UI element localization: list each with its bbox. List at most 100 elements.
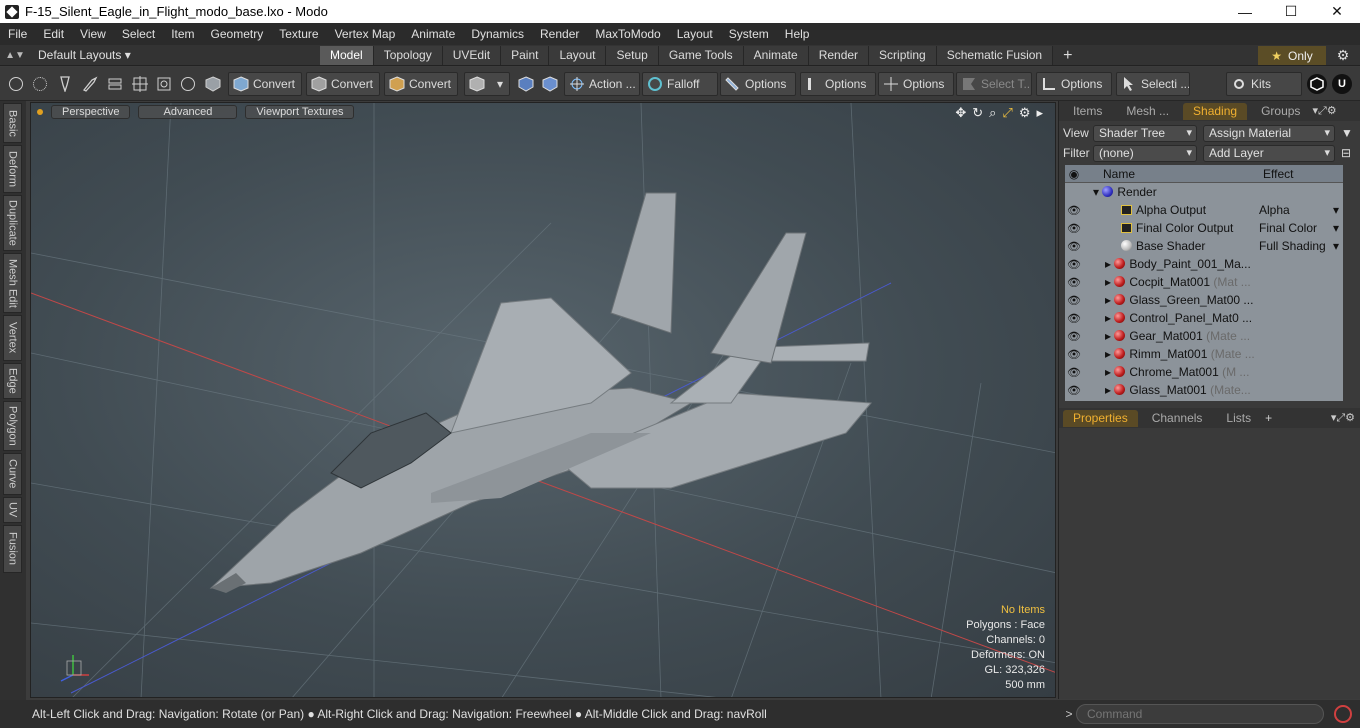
tree-row-material[interactable]: 👁 ▸ Cocpit_Mat001 (Mat ... (1065, 273, 1343, 291)
expand-arrow-icon[interactable]: ▸ (1105, 347, 1114, 361)
panel-menu-icon[interactable]: ▾⤢⚙ (1312, 104, 1336, 118)
workplane-icon[interactable] (540, 74, 560, 94)
tab-mesh[interactable]: Mesh ... (1116, 103, 1179, 120)
unity-icon[interactable] (1307, 74, 1327, 94)
eye-icon[interactable]: 👁 (1065, 276, 1083, 289)
options-button-3[interactable]: Options (878, 72, 954, 96)
eye-icon[interactable]: 👁 (1065, 204, 1083, 217)
bevel-tool-icon[interactable] (154, 74, 174, 94)
tab-topology[interactable]: Topology (373, 45, 443, 65)
viewport-gear-icon[interactable]: ⚙ (1019, 105, 1031, 121)
expand-arrow-icon[interactable]: ▸ (1105, 365, 1114, 379)
convert-button-1[interactable]: Convert (228, 72, 302, 96)
only-toggle[interactable]: ★ Only (1258, 46, 1326, 65)
tab-setup[interactable]: Setup (606, 45, 659, 65)
tab-scripting[interactable]: Scripting (869, 45, 937, 65)
eye-icon[interactable]: 👁 (1065, 366, 1083, 379)
expand-arrow-icon[interactable]: ▸ (1105, 275, 1114, 289)
menu-item[interactable]: Item (163, 27, 202, 41)
tab-polygon[interactable]: Polygon (3, 401, 22, 451)
smooth-tool-icon[interactable] (178, 74, 198, 94)
expand-arrow-icon[interactable]: ▸ (1105, 311, 1114, 325)
tree-row-material[interactable]: 👁 ▸ Glass_Mat001 (Mate... (1065, 381, 1343, 399)
menu-view[interactable]: View (72, 27, 114, 41)
filter-dropdown[interactable]: (none) (1093, 144, 1197, 162)
menu-dynamics[interactable]: Dynamics (463, 27, 532, 41)
symmetry-icon[interactable] (516, 74, 536, 94)
menu-layout[interactable]: Layout (669, 27, 721, 41)
3d-viewport[interactable]: Perspective Advanced Viewport Textures ✥… (30, 102, 1056, 698)
tab-edge[interactable]: Edge (3, 363, 22, 399)
select-through-button[interactable]: Select T... (956, 72, 1032, 96)
menu-animate[interactable]: Animate (403, 27, 463, 41)
viewport-menu-arrow-icon[interactable]: ▸ (1036, 105, 1043, 121)
maximize-button[interactable]: ☐ (1268, 0, 1314, 23)
pan-icon[interactable]: ✥ (955, 105, 966, 121)
view-dropdown[interactable]: Shader Tree (1093, 124, 1197, 142)
add-tab-button[interactable]: + (1053, 46, 1082, 65)
tab-render[interactable]: Render (808, 45, 870, 65)
tab-lists[interactable]: Lists (1216, 410, 1261, 427)
tab-curve[interactable]: Curve (3, 453, 22, 495)
effect-dropdown[interactable]: Final Color (1259, 221, 1343, 235)
tree-row-material[interactable]: 👁 ▸ Rimm_Mat001 (Mate ... (1065, 345, 1343, 363)
tab-groups[interactable]: Groups (1251, 103, 1310, 120)
eye-icon[interactable]: 👁 (1065, 384, 1083, 397)
menu-maxtomodo[interactable]: MaxToModo (587, 27, 668, 41)
tab-fusion[interactable]: Fusion (3, 525, 22, 573)
falloff-button[interactable]: Falloff (642, 72, 718, 96)
minimize-button[interactable]: — (1222, 0, 1268, 23)
menu-system[interactable]: System (721, 27, 777, 41)
pen-tool-icon[interactable] (55, 74, 75, 94)
expand-arrow-icon[interactable]: ▾ (1093, 185, 1102, 199)
eye-icon[interactable]: 👁 (1065, 258, 1083, 271)
tree-row-material[interactable]: 👁 ▸ Glass_Green_Mat00 ... (1065, 291, 1343, 309)
tab-paint[interactable]: Paint (501, 45, 550, 65)
tree-row-material[interactable]: 👁 ▸ Body_Paint_001_Ma... (1065, 255, 1343, 273)
menu-vertex-map[interactable]: Vertex Map (327, 27, 404, 41)
eye-icon[interactable]: 👁 (1065, 348, 1083, 361)
eye-icon[interactable]: 👁 (1065, 330, 1083, 343)
tree-row-material[interactable]: 👁 ▸ Chrome_Mat001 (M ... (1065, 363, 1343, 381)
tab-deform[interactable]: Deform (3, 145, 22, 193)
menu-help[interactable]: Help (777, 27, 818, 41)
record-macro-icon[interactable] (1334, 705, 1352, 723)
tab-vertex[interactable]: Vertex (3, 315, 22, 361)
sculpt-tool-icon[interactable] (80, 74, 100, 94)
unreal-icon[interactable]: U (1332, 74, 1352, 94)
tab-animate[interactable]: Animate (743, 45, 809, 65)
effect-dropdown[interactable]: Alpha (1259, 203, 1343, 217)
tree-row-final-color-output[interactable]: 👁 Final Color Output Final Color (1065, 219, 1343, 237)
props-panel-menu-icon[interactable]: ▾⤢⚙ (1331, 411, 1355, 425)
collapse-icon[interactable]: ⊟ (1341, 146, 1351, 160)
options-button-4[interactable]: Options (1036, 72, 1112, 96)
tree-row-base-shader[interactable]: 👁 Base Shader Full Shading (1065, 237, 1343, 255)
kits-button[interactable]: Kits (1226, 72, 1302, 96)
perspective-button[interactable]: Perspective (51, 105, 131, 119)
options-button-2[interactable]: Options (800, 72, 876, 96)
convert-button-2[interactable]: Convert (306, 72, 380, 96)
add-tab-icon[interactable]: + (1265, 411, 1272, 425)
eye-icon[interactable]: 👁 (1065, 312, 1083, 325)
options-button-1[interactable]: Options (720, 72, 796, 96)
expand-arrow-icon[interactable]: ▸ (1105, 293, 1114, 307)
close-button[interactable]: ✕ (1314, 0, 1360, 23)
tab-uvedit[interactable]: UVEdit (442, 45, 502, 65)
menu-select[interactable]: Select (114, 27, 163, 41)
advanced-button[interactable]: Advanced (138, 105, 238, 119)
expand-arrow-icon[interactable]: ▸ (1105, 329, 1114, 343)
effect-column-header[interactable]: Effect (1263, 167, 1293, 181)
tab-duplicate[interactable]: Duplicate (3, 195, 22, 251)
viewport-textures-button[interactable]: Viewport Textures (245, 105, 355, 119)
eye-icon[interactable]: 👁 (1065, 240, 1083, 253)
eye-icon[interactable]: 👁 (1065, 222, 1083, 235)
effect-dropdown[interactable]: Full Shading (1259, 239, 1343, 253)
vertices-mode-icon[interactable] (6, 74, 26, 94)
filter-funnel-icon[interactable]: ▼ (1341, 126, 1353, 140)
tab-properties[interactable]: Properties (1063, 409, 1138, 427)
convert-button-3[interactable]: Convert (384, 72, 458, 96)
tab-mesh-edit[interactable]: Mesh Edit (3, 253, 22, 313)
eye-icon[interactable]: 👁 (1065, 294, 1083, 307)
expand-arrow-icon[interactable]: ▸ (1105, 257, 1114, 271)
menu-file[interactable]: File (0, 27, 35, 41)
